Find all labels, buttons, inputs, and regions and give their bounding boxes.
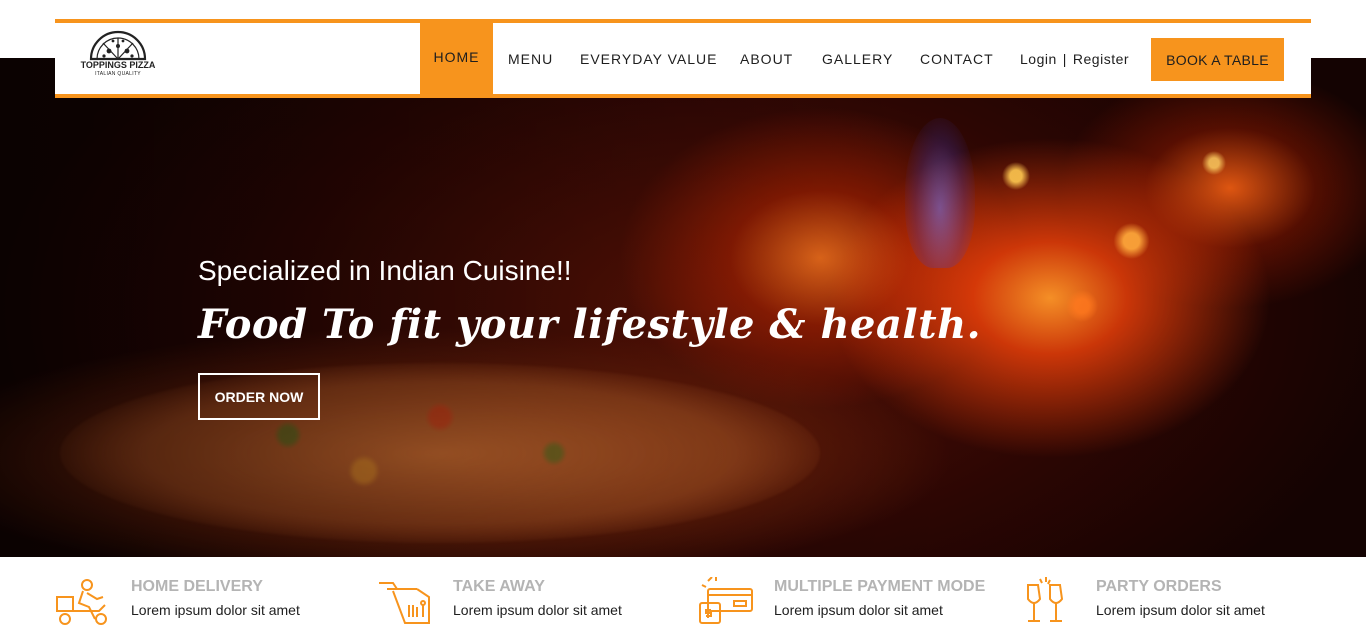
pizza-logo-icon xyxy=(89,30,147,61)
feature-home-delivery: HOME DELIVERY Lorem ipsum dolor sit amet xyxy=(55,557,335,625)
feature-title: PARTY ORDERS xyxy=(1096,578,1222,595)
nav-contact[interactable]: CONTACT xyxy=(920,23,994,94)
takeaway-bag-icon xyxy=(379,582,430,624)
brand-tagline: ITALIAN QUALITY xyxy=(95,71,141,77)
hero-subtitle: Specialized in Indian Cuisine!! xyxy=(198,255,572,286)
nav-menu[interactable]: MENU xyxy=(508,23,553,94)
feature-description: Lorem ipsum dolor sit amet xyxy=(453,602,622,618)
feature-title: TAKE AWAY xyxy=(453,578,545,595)
main-navbar: TOPPINGS PIZZA ITALIAN QUALITY HOME MENU… xyxy=(55,19,1311,98)
feature-title: HOME DELIVERY xyxy=(131,578,263,595)
brand-logo[interactable]: TOPPINGS PIZZA ITALIAN QUALITY xyxy=(73,27,163,91)
delivery-scooter-icon xyxy=(56,579,107,625)
feature-description: Lorem ipsum dolor sit amet xyxy=(774,602,943,618)
nav-everyday-value[interactable]: EVERYDAY VALUE xyxy=(580,23,717,94)
payment-card-icon xyxy=(699,577,753,624)
champagne-glasses-icon xyxy=(1027,577,1064,622)
feature-party-orders: PARTY ORDERS Lorem ipsum dolor sit amet xyxy=(1020,557,1320,625)
login-link[interactable]: Login xyxy=(1020,51,1057,67)
auth-links: Login | Register xyxy=(1020,23,1129,94)
nav-home[interactable]: HOME xyxy=(420,19,493,94)
nav-gallery[interactable]: GALLERY xyxy=(822,23,893,94)
hero-banner: Specialized in Indian Cuisine!! Food To … xyxy=(0,58,1366,557)
auth-separator: | xyxy=(1062,50,1067,67)
features-strip: HOME DELIVERY Lorem ipsum dolor sit amet… xyxy=(0,557,1366,625)
book-table-button[interactable]: BOOK A TABLE xyxy=(1151,38,1284,81)
order-now-button[interactable]: ORDER NOW xyxy=(198,373,320,420)
nav-about[interactable]: ABOUT xyxy=(740,23,793,94)
feature-multiple-payment: MULTIPLE PAYMENT MODE Lorem ipsum dolor … xyxy=(698,557,1008,625)
feature-take-away: TAKE AWAY Lorem ipsum dolor sit amet xyxy=(377,557,657,625)
feature-description: Lorem ipsum dolor sit amet xyxy=(131,602,300,618)
register-link[interactable]: Register xyxy=(1073,51,1129,67)
hero-title: Food To fit your lifestyle & health. xyxy=(198,301,982,348)
feature-title: MULTIPLE PAYMENT MODE xyxy=(774,578,986,595)
brand-name: TOPPINGS PIZZA xyxy=(80,60,156,70)
feature-description: Lorem ipsum dolor sit amet xyxy=(1096,602,1265,618)
